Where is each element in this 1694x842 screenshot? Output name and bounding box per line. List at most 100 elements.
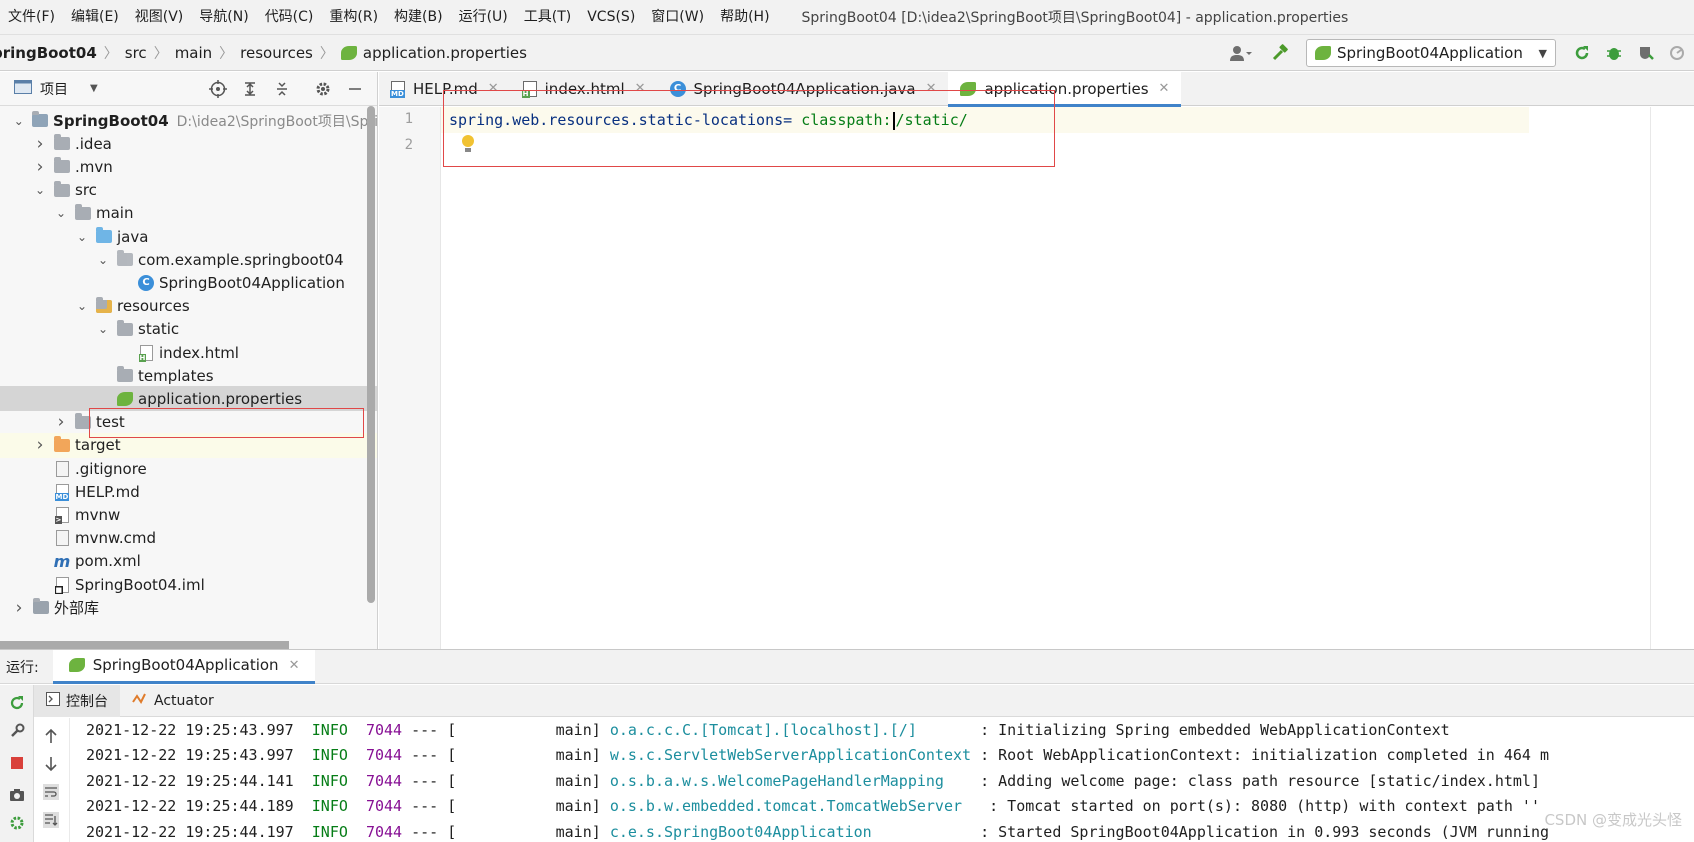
spring-properties-icon	[340, 45, 357, 60]
markdown-file-icon: MD	[390, 80, 405, 98]
chevron-down-icon[interactable]: ⌄	[96, 322, 110, 336]
coverage-shield-icon[interactable]	[1635, 42, 1657, 64]
subtab-actuator[interactable]: Actuator	[120, 685, 226, 717]
rerun-icon[interactable]	[1571, 42, 1593, 64]
menu-tools[interactable]: 工具(T)	[516, 0, 579, 34]
breadcrumb-file[interactable]: application.properties	[340, 43, 527, 62]
chevron-down-icon[interactable]: ⌄	[12, 114, 26, 128]
log-timestamp: 2021-12-22 19:25:43.997	[86, 746, 294, 765]
breadcrumb-resources[interactable]: resources	[240, 44, 313, 62]
menu-vcs[interactable]: VCS(S)	[579, 0, 643, 34]
log-thread: --- [ main]	[402, 721, 610, 739]
collapse-all-icon[interactable]	[271, 78, 293, 100]
console-output[interactable]: 2021-12-22 19:25:43.997 INFO 7044 --- [ …	[70, 718, 1694, 842]
chevron-down-icon[interactable]: ⌄	[33, 183, 47, 197]
run-configuration-label: SpringBoot04Application	[1337, 44, 1523, 62]
chevron-down-icon[interactable]: ⌄	[96, 253, 110, 267]
tree-item[interactable]: mvnw.cmd	[0, 526, 377, 551]
user-icon[interactable]	[1223, 42, 1259, 64]
editor-gutter: 1 2	[379, 107, 441, 649]
camera-icon[interactable]	[7, 785, 27, 805]
tree-horizontal-scrollbar[interactable]	[0, 641, 289, 649]
tree-item[interactable]: ⌄ main	[0, 201, 377, 226]
menu-code[interactable]: 代码(C)	[257, 0, 322, 34]
tree-item[interactable]: › .mvn	[0, 154, 377, 179]
subtab-console[interactable]: 控制台	[34, 684, 120, 717]
tree-item[interactable]: › .idea	[0, 131, 377, 156]
rerun-icon[interactable]	[7, 693, 27, 713]
tree-vertical-scrollbar[interactable]	[367, 106, 375, 603]
project-panel-title[interactable]: 项目	[40, 79, 68, 99]
menu-bar: 文件(F) 编辑(E) 视图(V) 导航(N) 代码(C) 重构(R) 构建(B…	[0, 0, 1694, 34]
chevron-right-icon[interactable]: ›	[33, 134, 47, 154]
menu-edit[interactable]: 编辑(E)	[63, 0, 127, 34]
menu-help[interactable]: 帮助(H)	[712, 0, 777, 34]
run-tool-window: 运行: SpringBoot04Application ✕ 控制台 Actuat…	[0, 649, 1694, 842]
gear-icon[interactable]	[312, 78, 334, 100]
log-pid: 7044	[365, 746, 403, 765]
build-hammer-icon[interactable]	[1269, 42, 1291, 64]
expand-all-icon[interactable]	[239, 78, 261, 100]
menu-refactor[interactable]: 重构(R)	[321, 0, 386, 34]
tree-item[interactable]: Hindex.html	[0, 340, 377, 365]
close-icon[interactable]: ✕	[289, 658, 300, 673]
close-icon[interactable]: ✕	[1159, 81, 1170, 96]
run-configuration-select[interactable]: SpringBoot04Application ▼	[1306, 39, 1556, 67]
chevron-down-icon[interactable]: ⌄	[75, 299, 89, 313]
tree-item[interactable]: ⌄ com.example.springboot04	[0, 247, 377, 272]
tree-item-label: 外部库	[54, 599, 100, 618]
chevron-right-icon[interactable]: ›	[54, 412, 68, 432]
tree-item[interactable]: ■ SpringBoot04.iml	[0, 572, 377, 597]
arrow-up-icon[interactable]	[41, 726, 61, 746]
tree-item[interactable]: ⌄ SpringBoot04 D:\idea2\SpringBoot项目\Spri	[0, 108, 377, 133]
tree-item[interactable]: MD HELP.md	[0, 479, 377, 504]
code-editor[interactable]: 1 2 spring.web.resources.static-location…	[379, 107, 1694, 649]
tree-item[interactable]: ⌄ resources	[0, 294, 377, 319]
breadcrumb-file-label: application.properties	[362, 43, 527, 62]
stop-icon[interactable]	[7, 753, 27, 773]
debug-bug-icon[interactable]	[1603, 42, 1625, 64]
locate-crosshair-icon[interactable]	[207, 78, 229, 100]
chevron-down-icon[interactable]: ⌄	[75, 230, 89, 244]
tree-item[interactable]: › 外部库	[0, 595, 377, 620]
tree-item[interactable]: ⌄ src	[0, 178, 377, 203]
log-space	[294, 721, 312, 739]
scroll-to-end-icon[interactable]	[41, 810, 61, 830]
chevron-down-icon[interactable]: ⌄	[54, 206, 68, 220]
tree-item[interactable]: ⌄ static	[0, 317, 377, 342]
minimize-icon[interactable]	[344, 78, 366, 100]
menu-run[interactable]: 运行(U)	[451, 0, 516, 34]
menu-view[interactable]: 视图(V)	[127, 0, 192, 34]
menu-navigate[interactable]: 导航(N)	[191, 0, 256, 34]
subtab-console-label: 控制台	[66, 693, 108, 710]
folder-icon	[116, 319, 134, 337]
profiler-icon[interactable]	[1667, 42, 1689, 64]
tree-item[interactable]: templates	[0, 363, 377, 388]
tree-item[interactable]: .gitignore	[0, 456, 377, 481]
arrow-down-icon[interactable]	[41, 754, 61, 774]
chevron-right-icon[interactable]: ›	[33, 157, 47, 177]
breadcrumb-project[interactable]: pringBoot04	[0, 44, 97, 62]
menu-build[interactable]: 构建(B)	[386, 0, 451, 34]
run-subtab-bar: 控制台 Actuator	[34, 684, 1694, 717]
tree-item[interactable]: ⌄ java	[0, 224, 377, 249]
annotation-box-editor	[443, 90, 1055, 167]
run-tab-label: SpringBoot04Application	[92, 656, 279, 674]
chevron-down-icon[interactable]: ▼	[90, 83, 98, 94]
tree-item[interactable]: C SpringBoot04Application	[0, 270, 377, 295]
menu-window[interactable]: 窗口(W)	[643, 0, 712, 34]
wrench-icon[interactable]	[7, 721, 27, 741]
chevron-right-icon[interactable]: ›	[33, 435, 47, 455]
folder-icon	[74, 203, 92, 221]
soft-wrap-icon[interactable]	[41, 782, 61, 802]
settings-gear-icon[interactable]	[7, 813, 27, 833]
menu-file[interactable]: 文件(F)	[0, 0, 63, 34]
tree-item[interactable]: > mvnw	[0, 502, 377, 527]
breadcrumb-src[interactable]: src	[125, 44, 147, 62]
breadcrumb-main[interactable]: main	[175, 44, 212, 62]
tree-item[interactable]: m pom.xml	[0, 549, 377, 574]
run-tab-application[interactable]: SpringBoot04Application ✕	[52, 649, 316, 684]
tree-item-label: SpringBoot04	[53, 111, 169, 130]
chevron-right-icon[interactable]: ›	[12, 598, 26, 618]
log-thread: --- [ main]	[402, 746, 610, 765]
